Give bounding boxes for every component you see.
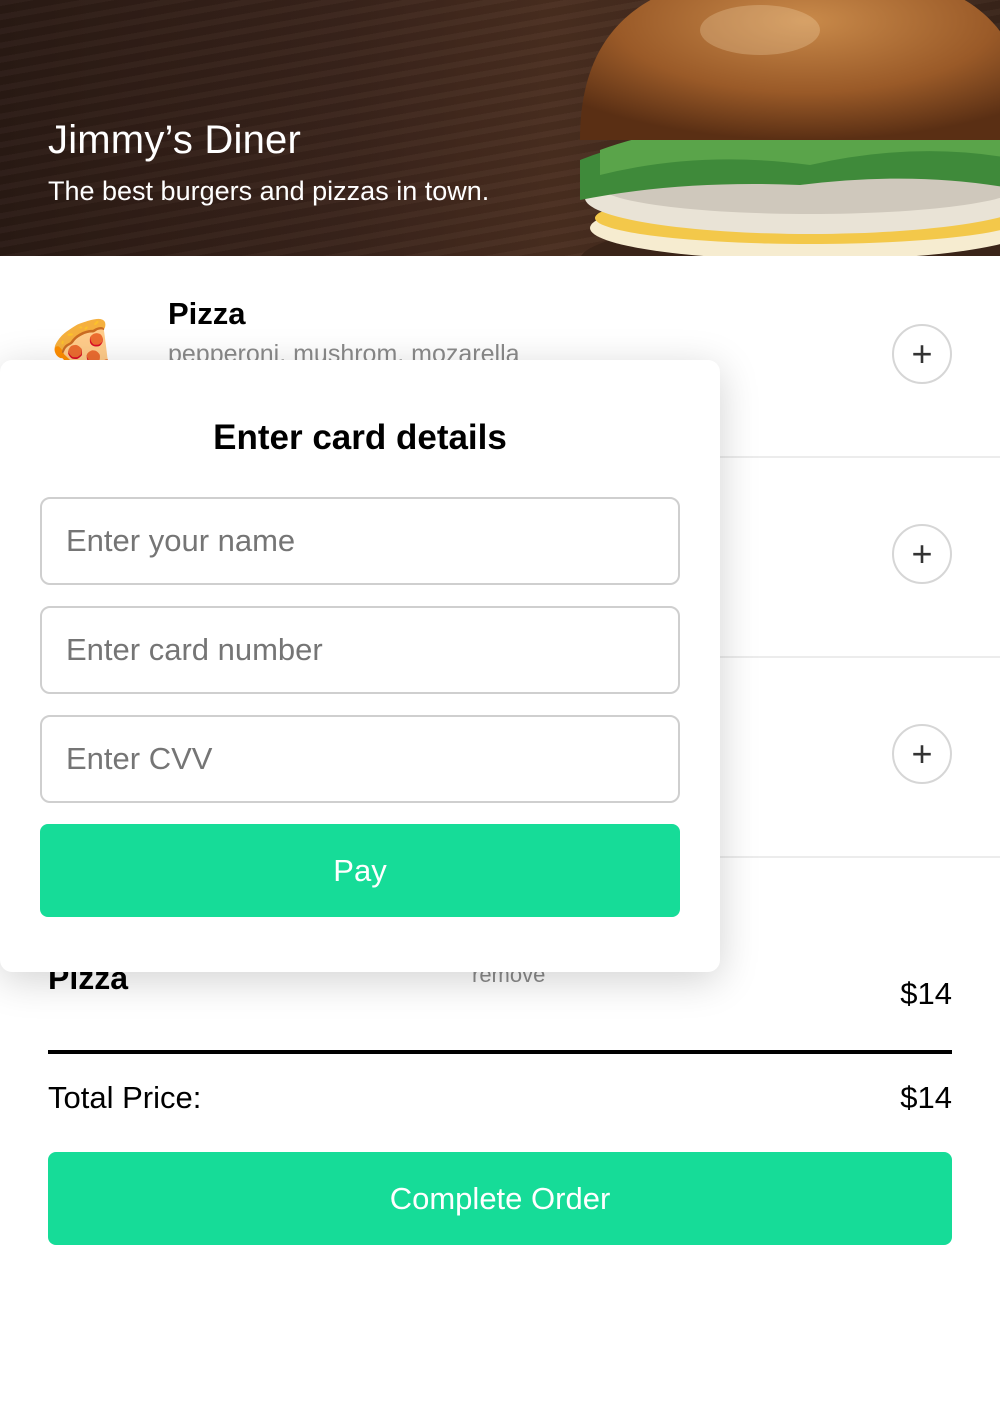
burger-image — [580, 0, 1000, 256]
restaurant-title: Jimmy’s Diner — [48, 118, 301, 162]
payment-modal: Enter card details Pay — [0, 360, 720, 972]
restaurant-tagline: The best burgers and pizzas in town. — [48, 176, 490, 206]
order-divider — [48, 1050, 952, 1054]
hero-header: Jimmy’s Diner The best burgers and pizza… — [0, 0, 1000, 256]
name-input[interactable] — [40, 497, 680, 585]
pay-button[interactable]: Pay — [40, 824, 680, 917]
add-pizza-button[interactable]: + — [892, 324, 952, 384]
card-number-input[interactable] — [40, 606, 680, 694]
menu-item-name: Pizza — [168, 296, 246, 331]
add-item-button[interactable]: + — [892, 524, 952, 584]
add-item-button[interactable]: + — [892, 724, 952, 784]
order-item-price: $14 — [900, 976, 952, 1011]
complete-order-button[interactable]: Complete Order — [48, 1152, 952, 1245]
total-price-label: Total Price: — [48, 1080, 202, 1115]
modal-title: Enter card details — [213, 418, 507, 457]
total-price-value: $14 — [900, 1080, 952, 1115]
cvv-input[interactable] — [40, 715, 680, 803]
